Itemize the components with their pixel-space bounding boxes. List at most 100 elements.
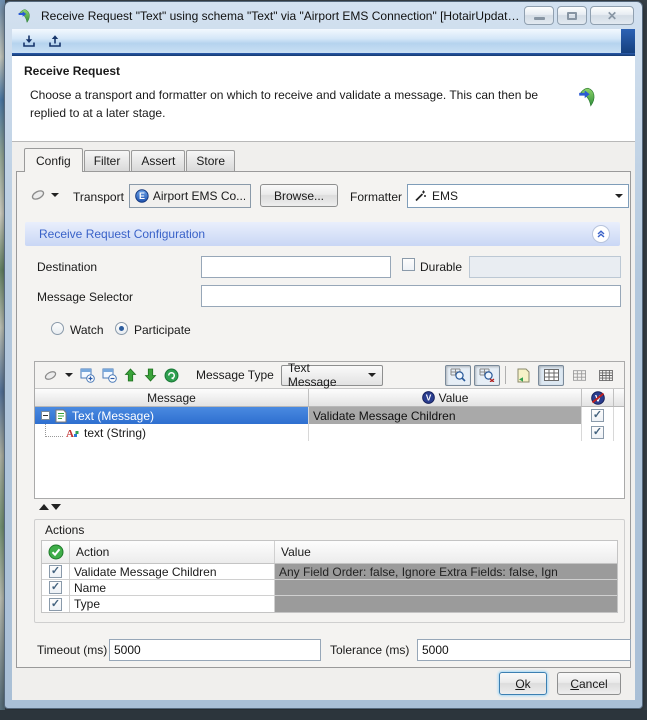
move-up-icon[interactable] bbox=[124, 368, 137, 382]
no-validate-icon: V bbox=[590, 390, 605, 405]
actions-table: Action Value Validate Message Children A… bbox=[41, 540, 618, 613]
message-type-select[interactable]: Text Message bbox=[280, 362, 383, 389]
message-type-label: Message Type bbox=[196, 368, 274, 382]
validate-column-header[interactable]: V bbox=[582, 389, 614, 406]
splitter-down-icon[interactable] bbox=[51, 504, 61, 510]
toolbar-end-cap bbox=[621, 29, 635, 53]
durable-input bbox=[469, 256, 621, 278]
svg-text:A: A bbox=[66, 428, 74, 439]
grid-dense-icon[interactable] bbox=[594, 365, 618, 386]
participate-radio[interactable] bbox=[115, 322, 128, 335]
tree-row-text-message[interactable]: Text (Message) Validate Message Children bbox=[35, 407, 624, 424]
destination-input[interactable] bbox=[201, 256, 391, 278]
actions-title: Actions bbox=[45, 523, 85, 537]
watch-radio[interactable] bbox=[51, 322, 64, 335]
action-enabled-checkbox[interactable] bbox=[49, 581, 62, 594]
formatter-caret-icon bbox=[615, 194, 623, 198]
action-name: Validate Message Children bbox=[74, 564, 217, 579]
formatter-value: EMS bbox=[432, 189, 459, 203]
tree-row-text-string[interactable]: A text (String) bbox=[35, 424, 624, 441]
string-field-icon: A bbox=[66, 428, 79, 439]
tree-node-label: text (String) bbox=[84, 425, 147, 440]
titlebar[interactable]: Receive Request "Text" using schema "Tex… bbox=[5, 2, 642, 29]
timeout-label: Timeout (ms) bbox=[37, 643, 108, 657]
durable-label: Durable bbox=[420, 260, 463, 274]
actions-table-header: Action Value bbox=[42, 541, 617, 564]
minimize-icon bbox=[533, 17, 545, 20]
link-dropdown-icon[interactable] bbox=[65, 373, 73, 377]
ok-button[interactable]: Ok bbox=[499, 672, 547, 695]
action-name: Name bbox=[74, 580, 107, 595]
import-icon[interactable] bbox=[22, 34, 36, 48]
tab-store[interactable]: Store bbox=[186, 150, 236, 171]
section-header-receive-request-configuration[interactable]: Receive Request Configuration bbox=[25, 222, 620, 246]
maximize-icon bbox=[567, 11, 577, 20]
message-editor: Message Type Text Message Message V Valu… bbox=[34, 361, 625, 499]
svg-text:E: E bbox=[139, 191, 145, 201]
tab-config[interactable]: Config bbox=[24, 148, 83, 172]
message-editor-toolbar: Message Type Text Message bbox=[35, 362, 624, 389]
collapse-all-icon[interactable] bbox=[102, 368, 117, 383]
tab-filter[interactable]: Filter bbox=[83, 150, 131, 171]
tolerance-input[interactable] bbox=[417, 639, 631, 661]
splitter-handle[interactable] bbox=[39, 504, 61, 510]
toolbar-separator bbox=[505, 366, 506, 384]
validate-checkbox[interactable] bbox=[591, 409, 604, 422]
destination-label: Destination bbox=[37, 260, 98, 274]
validate-checkbox[interactable] bbox=[591, 426, 604, 439]
top-toolbar bbox=[12, 29, 635, 53]
maximize-button[interactable] bbox=[557, 6, 587, 25]
link-icon[interactable] bbox=[30, 189, 46, 201]
validate-view-toggle[interactable] bbox=[445, 364, 471, 386]
refresh-icon[interactable] bbox=[164, 368, 179, 383]
action-row[interactable]: Name bbox=[42, 580, 617, 596]
action-row[interactable]: Validate Message Children Any Field Orde… bbox=[42, 564, 617, 580]
formatter-select[interactable]: EMS bbox=[407, 184, 629, 208]
action-value: Any Field Order: false, Ignore Extra Fie… bbox=[279, 564, 558, 579]
section-title: Receive Request Configuration bbox=[39, 227, 206, 241]
export-icon[interactable] bbox=[48, 34, 62, 48]
collapse-section-button[interactable] bbox=[592, 225, 610, 243]
minimize-button[interactable] bbox=[524, 6, 554, 25]
magnifier-cross-table-icon bbox=[479, 368, 495, 382]
dialog-button-row: Ok Cancel bbox=[12, 668, 635, 700]
action-row[interactable]: Type bbox=[42, 596, 617, 612]
browse-button[interactable]: Browse... bbox=[260, 184, 338, 207]
tree-node-value: Validate Message Children bbox=[313, 408, 456, 423]
value-icon: V bbox=[421, 391, 435, 404]
cancel-button[interactable]: Cancel bbox=[557, 672, 621, 695]
action-column-header[interactable]: Action bbox=[70, 541, 275, 563]
splitter-up-icon[interactable] bbox=[39, 504, 49, 510]
durable-checkbox[interactable] bbox=[402, 258, 415, 271]
move-down-icon[interactable] bbox=[144, 368, 157, 382]
action-enabled-checkbox[interactable] bbox=[49, 597, 62, 611]
grid-icon bbox=[543, 369, 559, 381]
message-selector-input[interactable] bbox=[201, 285, 621, 307]
link-dropdown-icon[interactable] bbox=[51, 193, 59, 197]
close-button[interactable]: ✕ bbox=[590, 6, 634, 25]
transport-value: Airport EMS Co... bbox=[152, 189, 245, 203]
document-view-icon[interactable] bbox=[511, 365, 535, 386]
page-description: Choose a transport and formatter on whic… bbox=[30, 88, 539, 120]
message-column-header[interactable]: Message bbox=[35, 389, 309, 406]
collapse-node-icon[interactable] bbox=[41, 411, 50, 420]
message-tree-header: Message V Value V bbox=[35, 389, 624, 407]
dialog-client-area: Receive Request Choose a transport and f… bbox=[12, 29, 635, 700]
grid-view-toggle[interactable] bbox=[538, 364, 564, 386]
value-column-header[interactable]: Value bbox=[275, 541, 617, 563]
link-icon[interactable] bbox=[43, 370, 58, 381]
timeout-input[interactable] bbox=[109, 639, 321, 661]
config-panel: Transport E Airport EMS Co... Browse... … bbox=[16, 171, 631, 668]
message-selector-label: Message Selector bbox=[37, 290, 134, 304]
page-title: Receive Request bbox=[24, 64, 121, 78]
filter-view-toggle[interactable] bbox=[474, 364, 500, 386]
wand-icon bbox=[415, 190, 426, 202]
tab-assert[interactable]: Assert bbox=[131, 150, 186, 171]
grid-sparse-icon[interactable] bbox=[567, 365, 591, 386]
message-type-value: Text Message bbox=[287, 361, 337, 389]
transport-field[interactable]: E Airport EMS Co... bbox=[129, 184, 251, 208]
value-column-header[interactable]: V Value bbox=[309, 389, 582, 406]
expand-all-icon[interactable] bbox=[80, 368, 95, 383]
action-enabled-checkbox[interactable] bbox=[49, 565, 62, 578]
ems-transport-icon: E bbox=[135, 189, 149, 203]
